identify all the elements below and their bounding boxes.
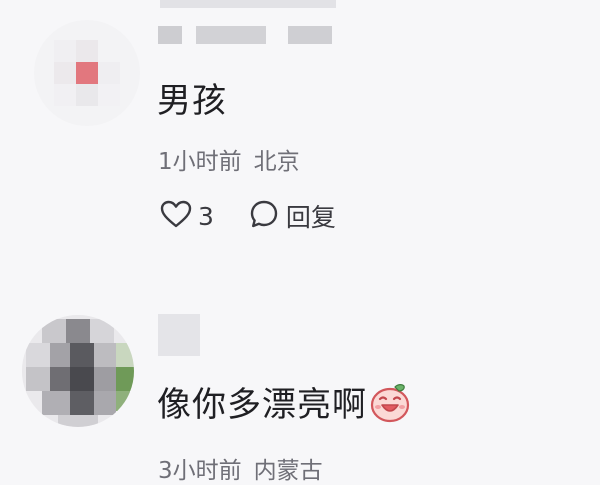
- reply-label: 回复: [285, 203, 336, 232]
- comment-text: 像你多漂亮啊: [157, 377, 411, 427]
- like-count: 3: [198, 201, 214, 231]
- username-redacted: [158, 314, 200, 356]
- comment-location: 北京: [253, 149, 300, 175]
- comment-meta: 3小时前 内蒙古: [158, 451, 323, 485]
- comment-actions: 3 回复: [160, 196, 336, 236]
- comment-text: 男孩: [157, 81, 227, 121]
- reply-button[interactable]: 回复: [248, 198, 336, 234]
- avatar[interactable]: [22, 315, 134, 427]
- comment-item: 像你多漂亮啊 3小时前 内蒙古: [0, 290, 600, 484]
- like-button[interactable]: 3: [160, 200, 214, 232]
- comment-item: 男孩 1小时前 北京 3 回复: [0, 0, 600, 290]
- laughing-face-emoji-icon: [369, 383, 411, 423]
- username-redacted: [158, 0, 338, 46]
- avatar-mosaic: [22, 315, 134, 427]
- comment-location: 内蒙古: [253, 458, 323, 484]
- avatar[interactable]: [34, 20, 140, 126]
- comment-time: 1小时前: [158, 149, 242, 175]
- comment-bubble-icon: [248, 198, 280, 234]
- comment-text-content: 像你多漂亮啊: [157, 385, 367, 425]
- avatar-mosaic: [54, 40, 120, 106]
- heart-icon: [160, 200, 192, 232]
- comment-meta: 1小时前 北京: [158, 142, 300, 176]
- comment-time: 3小时前: [158, 458, 242, 484]
